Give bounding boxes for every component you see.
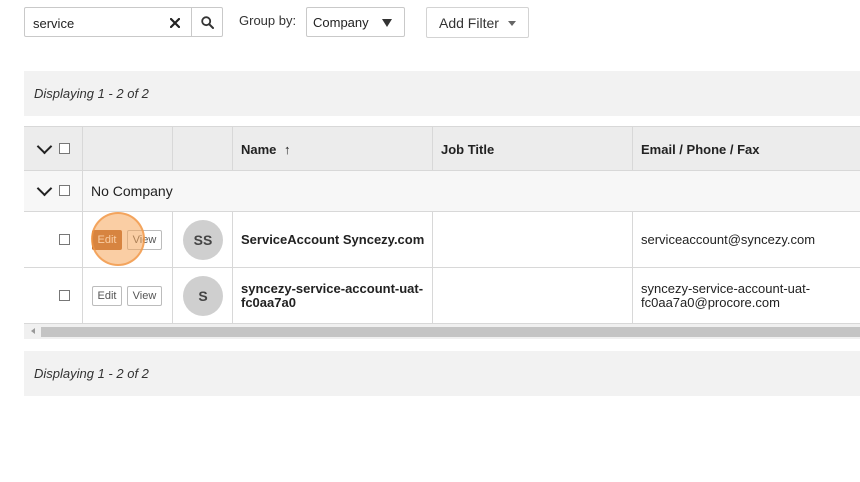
search-button[interactable] — [191, 7, 223, 37]
contact-email: serviceaccount@syncezy.com — [641, 232, 816, 247]
job-title-column-label: Job Title — [441, 142, 495, 157]
dropdown-caret-icon — [382, 19, 392, 27]
name-column-label: Name — [241, 142, 277, 157]
group-row-no-company: No Company — [24, 171, 860, 212]
select-all-checkbox[interactable] — [59, 143, 70, 154]
groupby-value: Company — [313, 15, 369, 30]
dropdown-caret-icon — [508, 21, 516, 26]
actions-header — [83, 127, 173, 170]
job-title-cell — [433, 212, 633, 267]
avatar-header — [173, 127, 233, 170]
contacts-table: Name ↑ Job Title Email / Phone / Fax No … — [24, 126, 860, 324]
add-filter-label: Add Filter — [439, 15, 499, 31]
name-cell: syncezy-service-account-uat- fc0aa7a0 — [233, 268, 433, 323]
contact-name: ServiceAccount Syncezy.com — [241, 232, 425, 247]
job-title-column-header[interactable]: Job Title — [433, 127, 633, 170]
contact-column-label: Email / Phone / Fax — [641, 142, 760, 157]
groupby-select[interactable]: Company — [306, 7, 405, 37]
group-checkbox[interactable] — [59, 185, 70, 196]
sort-ascending-icon: ↑ — [284, 142, 291, 157]
avatar: SS — [183, 220, 223, 260]
displaying-count-top: Displaying 1 - 2 of 2 — [24, 71, 860, 116]
contact-email-line2: fc0aa7a0@procore.com — [641, 295, 780, 310]
select-all-cell — [24, 127, 83, 170]
name-column-header[interactable]: Name ↑ — [233, 127, 433, 170]
horizontal-scrollbar[interactable] — [24, 324, 860, 339]
table-row: Edit View S syncezy-service-account-uat-… — [24, 268, 860, 324]
contact-name-line2: fc0aa7a0 — [241, 295, 296, 310]
scroll-left-arrow-icon[interactable] — [31, 328, 35, 334]
contact-cell: syncezy-service-account-uat- fc0aa7a0@pr… — [633, 268, 860, 323]
row-checkbox[interactable] — [59, 290, 70, 301]
add-filter-button[interactable]: Add Filter — [426, 7, 529, 38]
scrollbar-thumb[interactable] — [41, 327, 860, 337]
table-header-row: Name ↑ Job Title Email / Phone / Fax — [24, 126, 860, 171]
avatar-cell: S — [173, 268, 233, 323]
search-input[interactable] — [33, 14, 158, 32]
row-checkbox[interactable] — [59, 234, 70, 245]
search-icon — [200, 15, 214, 29]
chevron-down-icon[interactable] — [36, 138, 53, 155]
row-select-cell — [24, 212, 83, 267]
row-actions-cell: Edit View — [83, 212, 173, 267]
row-select-cell — [24, 268, 83, 323]
toolbar: Group by: Company Add Filter — [24, 7, 860, 39]
displaying-count-bottom: Displaying 1 - 2 of 2 — [24, 351, 860, 396]
edit-button[interactable]: Edit — [92, 286, 122, 306]
groupby-label: Group by: — [239, 13, 297, 28]
clear-x-icon — [170, 18, 180, 28]
view-button[interactable]: View — [127, 230, 162, 250]
contact-email-line1: syncezy-service-account-uat- — [641, 281, 811, 296]
contact-column-header[interactable]: Email / Phone / Fax — [633, 127, 860, 170]
view-button[interactable]: View — [127, 286, 162, 306]
contact-name-line1: syncezy-service-account-uat- — [241, 281, 424, 296]
group-label: No Company — [91, 183, 173, 199]
row-actions-cell: Edit View — [83, 268, 173, 323]
edit-button[interactable]: Edit — [92, 230, 122, 250]
job-title-cell — [433, 268, 633, 323]
clear-search-button[interactable] — [165, 13, 185, 33]
avatar-cell: SS — [173, 212, 233, 267]
avatar: S — [183, 276, 223, 316]
search-box — [24, 7, 192, 37]
name-cell: ServiceAccount Syncezy.com — [233, 212, 433, 267]
contact-cell: serviceaccount@syncezy.com — [633, 212, 860, 267]
table-row: Edit View SS ServiceAccount Syncezy.com … — [24, 212, 860, 268]
chevron-down-icon[interactable] — [36, 180, 53, 197]
group-select-cell — [24, 171, 83, 211]
